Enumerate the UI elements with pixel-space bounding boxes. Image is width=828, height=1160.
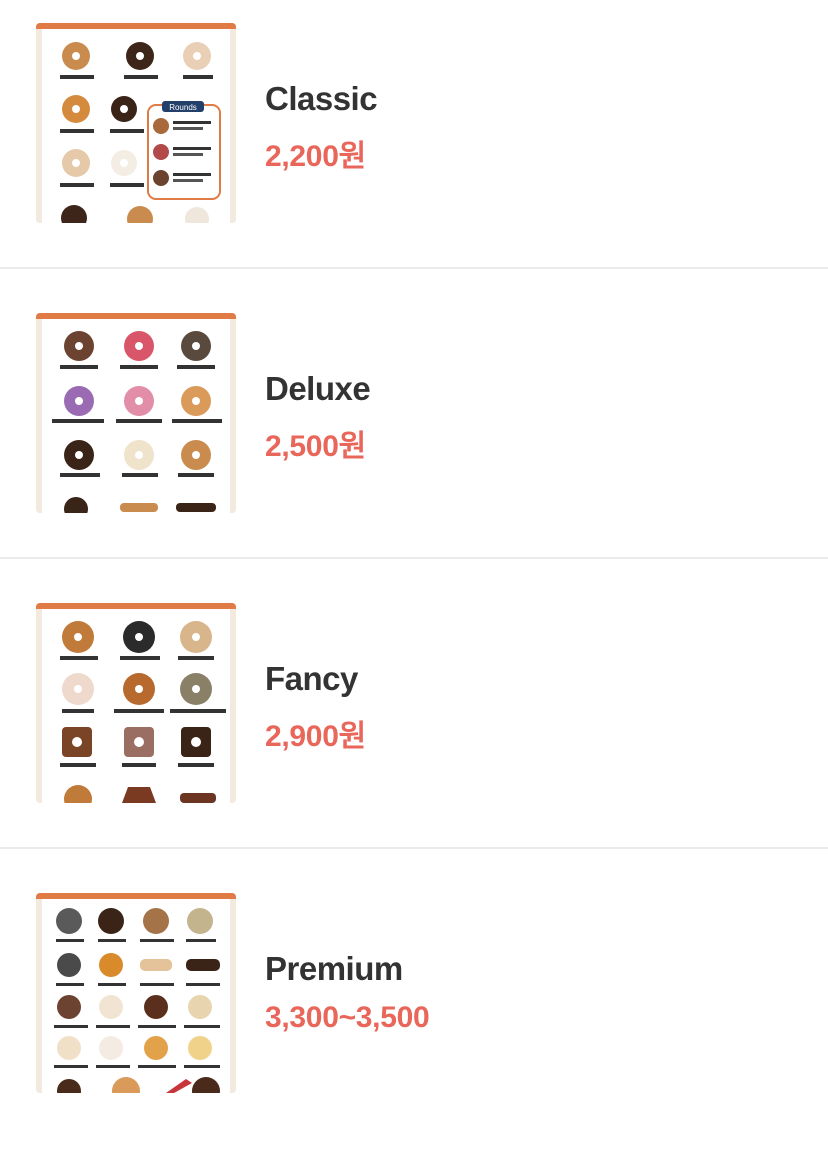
row-divider (0, 557, 828, 559)
item-price: 2,500원 (265, 430, 366, 463)
row-divider (0, 847, 828, 849)
item-name: Premium (265, 950, 403, 987)
item-name: Classic (265, 80, 378, 117)
item-price: 2,900원 (265, 720, 366, 753)
menu-item-classic[interactable]: Rounds Classic 2,200원 (0, 0, 828, 290)
classic-menu-thumbnail[interactable]: Rounds (36, 23, 236, 223)
row-divider (0, 267, 828, 269)
menu-item-deluxe[interactable]: Deluxe 2,500원 (0, 290, 828, 580)
deluxe-menu-thumbnail[interactable] (36, 313, 236, 513)
classic-donut-menu-board-icon: Rounds (36, 23, 236, 223)
fancy-donut-menu-board-icon (36, 603, 236, 803)
menu-item-premium[interactable]: Premium 3,300~3,500 (0, 870, 828, 1160)
menu-item-fancy[interactable]: Fancy 2,900원 (0, 580, 828, 870)
deluxe-donut-menu-board-icon (36, 313, 236, 513)
svg-text:Rounds: Rounds (169, 103, 197, 112)
item-name: Fancy (265, 660, 358, 697)
item-price: 2,200원 (265, 140, 366, 173)
item-name: Deluxe (265, 370, 371, 407)
item-price: 3,300~3,500 (265, 1001, 430, 1034)
premium-donut-menu-board-icon (36, 893, 236, 1093)
premium-menu-thumbnail[interactable] (36, 893, 236, 1093)
fancy-menu-thumbnail[interactable] (36, 603, 236, 803)
